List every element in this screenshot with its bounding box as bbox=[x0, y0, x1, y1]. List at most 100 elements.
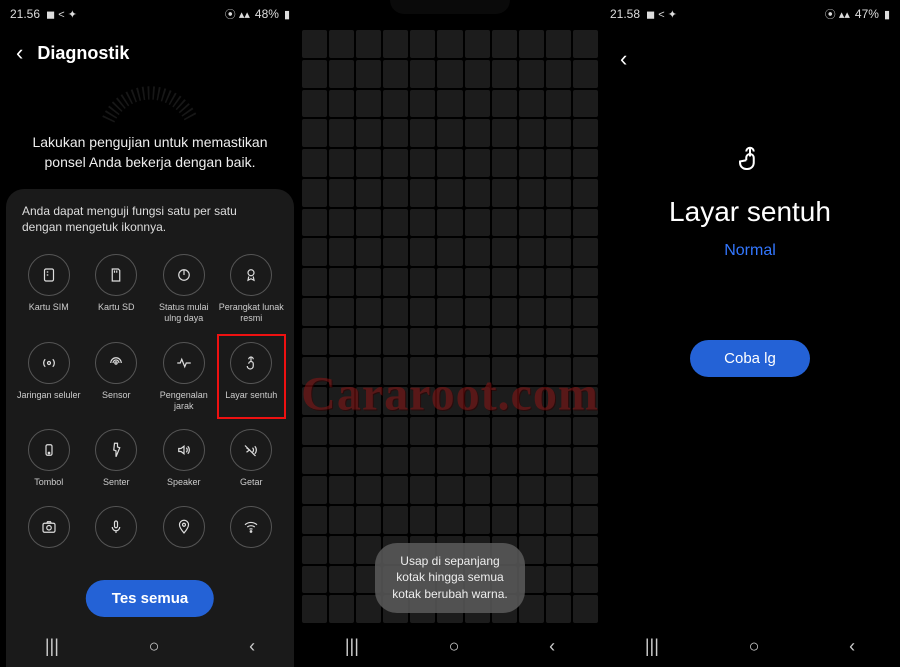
touch-cell[interactable] bbox=[302, 476, 327, 504]
touch-cell[interactable] bbox=[492, 357, 517, 385]
touch-cell[interactable] bbox=[383, 60, 408, 88]
touch-cell[interactable] bbox=[492, 476, 517, 504]
touch-cell[interactable] bbox=[465, 90, 490, 118]
touch-cell[interactable] bbox=[329, 566, 354, 594]
touch-cell[interactable] bbox=[410, 30, 435, 58]
touch-cell[interactable] bbox=[356, 476, 381, 504]
touch-cell[interactable] bbox=[383, 238, 408, 266]
touch-cell[interactable] bbox=[465, 179, 490, 207]
touch-cell[interactable] bbox=[437, 298, 462, 326]
touch-cell[interactable] bbox=[546, 298, 571, 326]
touch-cell[interactable] bbox=[329, 149, 354, 177]
touch-cell[interactable] bbox=[302, 357, 327, 385]
touch-cell[interactable] bbox=[573, 149, 598, 177]
touch-cell[interactable] bbox=[519, 119, 544, 147]
touch-cell[interactable] bbox=[573, 298, 598, 326]
touch-cell[interactable] bbox=[519, 298, 544, 326]
touch-cell[interactable] bbox=[546, 328, 571, 356]
touch-cell[interactable] bbox=[356, 387, 381, 415]
touch-cell[interactable] bbox=[492, 268, 517, 296]
touch-cell[interactable] bbox=[546, 60, 571, 88]
touch-cell[interactable] bbox=[383, 30, 408, 58]
touch-cell[interactable] bbox=[410, 119, 435, 147]
touch-cell[interactable] bbox=[437, 387, 462, 415]
touch-cell[interactable] bbox=[573, 328, 598, 356]
touch-cell[interactable] bbox=[329, 30, 354, 58]
touch-cell[interactable] bbox=[437, 179, 462, 207]
touch-cell[interactable] bbox=[546, 417, 571, 445]
touch-cell[interactable] bbox=[302, 417, 327, 445]
touch-cell[interactable] bbox=[519, 357, 544, 385]
touch-cell[interactable] bbox=[356, 417, 381, 445]
touch-cell[interactable] bbox=[492, 387, 517, 415]
touch-cell[interactable] bbox=[383, 209, 408, 237]
touch-cell[interactable] bbox=[329, 417, 354, 445]
touch-cell[interactable] bbox=[465, 30, 490, 58]
touch-cell[interactable] bbox=[437, 209, 462, 237]
touch-cell[interactable] bbox=[546, 476, 571, 504]
touch-cell[interactable] bbox=[329, 476, 354, 504]
touch-cell[interactable] bbox=[302, 90, 327, 118]
touch-cell[interactable] bbox=[519, 447, 544, 475]
touch-cell[interactable] bbox=[573, 90, 598, 118]
touch-cell[interactable] bbox=[573, 119, 598, 147]
touch-cell[interactable] bbox=[492, 209, 517, 237]
touch-cell[interactable] bbox=[410, 417, 435, 445]
touch-cell[interactable] bbox=[437, 476, 462, 504]
touch-cell[interactable] bbox=[356, 209, 381, 237]
touch-cell[interactable] bbox=[546, 209, 571, 237]
touch-cell[interactable] bbox=[437, 149, 462, 177]
touch-cell[interactable] bbox=[573, 536, 598, 564]
touch-cell[interactable] bbox=[356, 149, 381, 177]
touch-cell[interactable] bbox=[356, 179, 381, 207]
touch-cell[interactable] bbox=[410, 60, 435, 88]
touch-cell[interactable] bbox=[573, 357, 598, 385]
touch-cell[interactable] bbox=[302, 238, 327, 266]
touch-cell[interactable] bbox=[302, 179, 327, 207]
nav-recents[interactable]: ||| bbox=[45, 636, 59, 657]
touch-cell[interactable] bbox=[465, 60, 490, 88]
touch-cell[interactable] bbox=[383, 447, 408, 475]
touch-cell[interactable] bbox=[437, 328, 462, 356]
touch-cell[interactable] bbox=[437, 506, 462, 534]
touch-cell[interactable] bbox=[356, 238, 381, 266]
touch-cell[interactable] bbox=[410, 179, 435, 207]
touch-cell[interactable] bbox=[573, 447, 598, 475]
touch-cell[interactable] bbox=[546, 357, 571, 385]
touch-cell[interactable] bbox=[573, 476, 598, 504]
touch-cell[interactable] bbox=[356, 60, 381, 88]
touch-cell[interactable] bbox=[465, 268, 490, 296]
touch-cell[interactable] bbox=[492, 447, 517, 475]
touch-cell[interactable] bbox=[329, 268, 354, 296]
back-icon[interactable]: ‹ bbox=[620, 46, 627, 71]
touch-cell[interactable] bbox=[492, 417, 517, 445]
touch-cell[interactable] bbox=[573, 595, 598, 623]
touch-cell[interactable] bbox=[546, 595, 571, 623]
touch-cell[interactable] bbox=[329, 60, 354, 88]
touch-cell[interactable] bbox=[546, 90, 571, 118]
touch-cell[interactable] bbox=[329, 506, 354, 534]
touch-cell[interactable] bbox=[465, 209, 490, 237]
touch-cell[interactable] bbox=[573, 238, 598, 266]
touch-cell[interactable] bbox=[546, 119, 571, 147]
diagnostic-item-touch[interactable]: Layar sentuh bbox=[219, 338, 285, 416]
touch-cell[interactable] bbox=[492, 179, 517, 207]
touch-cell[interactable] bbox=[492, 506, 517, 534]
touch-cell[interactable] bbox=[465, 417, 490, 445]
touch-cell[interactable] bbox=[546, 268, 571, 296]
nav-home[interactable]: ○ bbox=[149, 636, 160, 657]
touch-cell[interactable] bbox=[573, 179, 598, 207]
diagnostic-item-vibrate[interactable]: Getar bbox=[219, 425, 285, 492]
touch-cell[interactable] bbox=[465, 506, 490, 534]
touch-cell[interactable] bbox=[302, 60, 327, 88]
touch-cell[interactable] bbox=[437, 30, 462, 58]
touch-cell[interactable] bbox=[383, 357, 408, 385]
nav-recents[interactable]: ||| bbox=[645, 636, 659, 657]
touch-cell[interactable] bbox=[329, 209, 354, 237]
touch-cell[interactable] bbox=[410, 387, 435, 415]
touch-cell[interactable] bbox=[519, 387, 544, 415]
touch-cell[interactable] bbox=[356, 298, 381, 326]
touch-cell[interactable] bbox=[437, 417, 462, 445]
touch-cell[interactable] bbox=[465, 387, 490, 415]
diagnostic-item-wifi[interactable] bbox=[219, 502, 285, 558]
